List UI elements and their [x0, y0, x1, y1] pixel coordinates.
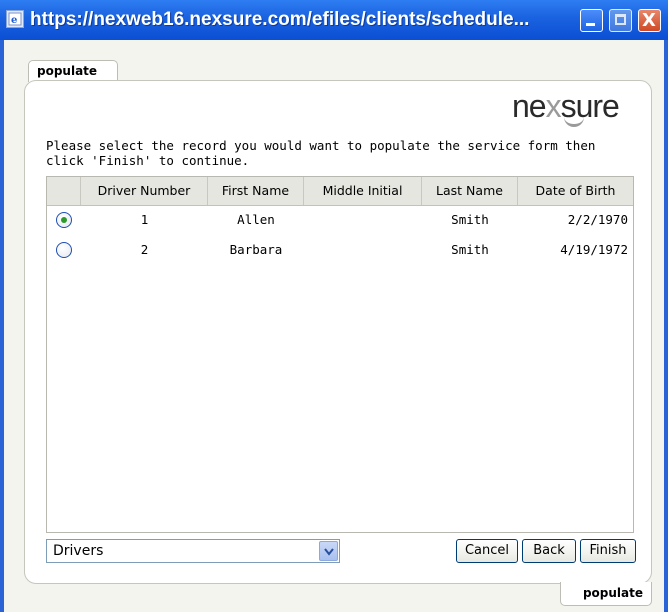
close-button[interactable]: X [638, 9, 661, 32]
logo-swoosh [564, 114, 584, 127]
header-middle-initial[interactable]: Middle Initial [304, 177, 422, 205]
maximize-button[interactable] [609, 9, 632, 32]
date-of-birth-cell: 4/19/1972 [560, 242, 628, 257]
record-type-select[interactable]: Drivers [46, 539, 340, 563]
instructions-text: Please select the record you would want … [46, 138, 596, 168]
minimize-button[interactable] [580, 9, 603, 32]
record-type-select-value: Drivers [53, 543, 104, 559]
tab-populate-bottom[interactable]: populate [560, 582, 652, 606]
middle-initial-cell [304, 235, 422, 265]
last-name-cell: Smith [451, 242, 489, 257]
minimize-icon [586, 23, 595, 26]
header-select [47, 177, 81, 205]
table-row[interactable]: 1 Allen Smith 2/2/1970 [47, 205, 633, 235]
logo-text-ne: ne [512, 88, 547, 124]
driver-number-cell: 1 [140, 212, 149, 227]
close-icon: X [642, 10, 656, 31]
header-date-of-birth[interactable]: Date of Birth [518, 177, 633, 205]
maximize-icon [615, 14, 626, 25]
radio-button[interactable] [56, 242, 72, 258]
logo-text-x: x [545, 88, 562, 124]
table-row[interactable]: 2 Barbara Smith 4/19/1972 [47, 235, 633, 265]
nexsure-logo: nexsure [512, 86, 644, 127]
title-bar[interactable]: e https://nexweb16.nexsure.com/efiles/cl… [0, 0, 668, 40]
ie-page-icon: e [6, 10, 24, 28]
first-name-cell: Barbara [229, 242, 283, 257]
svg-text:e: e [11, 15, 17, 26]
records-grid: Driver Number First Name Middle Initial … [46, 176, 634, 533]
grid-header: Driver Number First Name Middle Initial … [47, 177, 633, 206]
radio-button[interactable] [56, 212, 72, 228]
header-driver-number[interactable]: Driver Number [81, 177, 208, 205]
header-last-name[interactable]: Last Name [422, 177, 518, 205]
dropdown-arrow-icon[interactable] [319, 541, 338, 561]
cancel-button[interactable]: Cancel [456, 539, 518, 563]
last-name-cell: Smith [451, 212, 489, 227]
tab-populate-top[interactable]: populate [28, 60, 118, 82]
date-of-birth-cell: 2/2/1970 [567, 212, 628, 227]
middle-initial-cell [304, 205, 422, 235]
back-button[interactable]: Back [522, 539, 576, 563]
driver-number-cell: 2 [140, 242, 149, 257]
window-title: https://nexweb16.nexsure.com/efiles/clie… [30, 9, 530, 30]
first-name-cell: Allen [237, 212, 275, 227]
finish-button[interactable]: Finish [580, 539, 636, 563]
header-first-name[interactable]: First Name [208, 177, 304, 205]
